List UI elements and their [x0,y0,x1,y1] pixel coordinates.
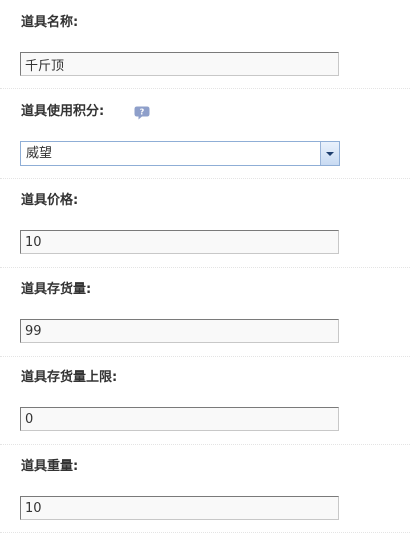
svg-text:?: ? [140,108,145,117]
divider [0,178,410,179]
divider [0,444,410,445]
item-points-label: 道具使用积分: [21,104,105,119]
item-points-selected-value: 威望 [26,146,53,161]
chevron-down-icon[interactable] [320,142,339,165]
divider [0,356,410,357]
divider [0,88,410,89]
item-points-select[interactable]: 威望 [20,141,340,166]
divider [0,532,410,533]
item-stock-input[interactable] [20,319,339,343]
item-stock-limit-label: 道具存货量上限: [21,370,118,385]
item-name-label: 道具名称: [21,15,79,30]
item-weight-input[interactable] [20,496,339,520]
item-stock-label: 道具存货量: [21,282,92,297]
item-price-label: 道具价格: [21,193,79,208]
item-price-input[interactable] [20,230,339,254]
question-bubble-icon[interactable]: ? [134,105,150,120]
item-name-input[interactable] [20,52,339,76]
item-weight-label: 道具重量: [21,459,79,474]
divider [0,267,410,268]
item-stock-limit-input[interactable] [20,407,339,431]
